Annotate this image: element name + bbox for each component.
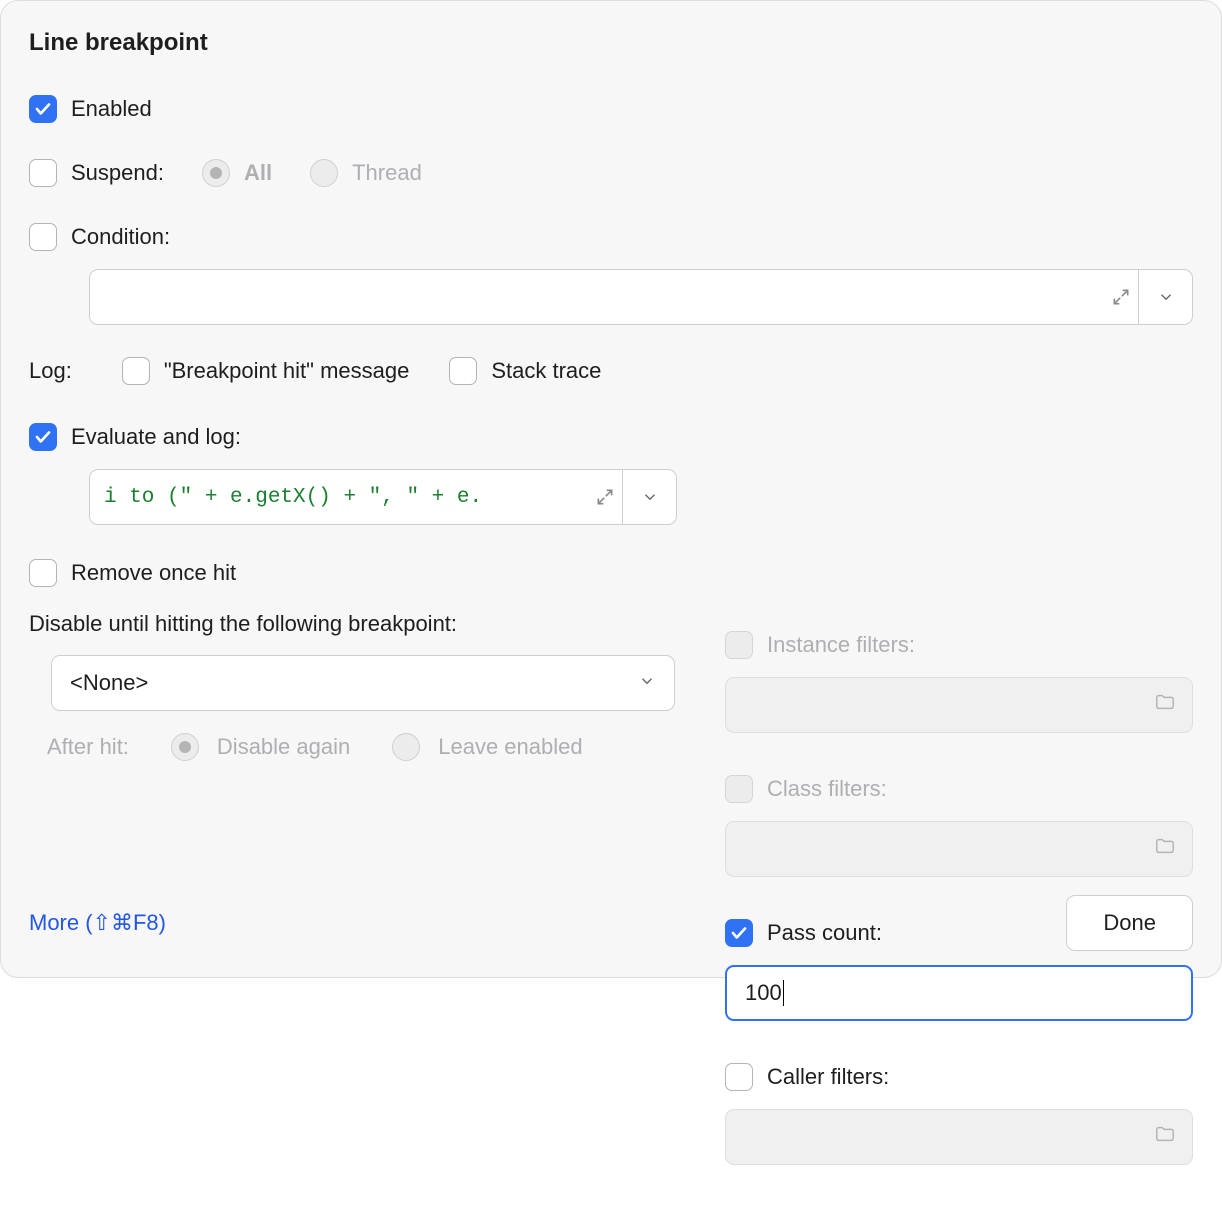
eval-log-input[interactable]: i to (" + e.getX() + ", " + e. [90, 470, 588, 524]
disable-until-label: Disable until hitting the following brea… [29, 611, 677, 637]
chevron-down-icon[interactable] [622, 470, 676, 524]
condition-label: Condition: [71, 224, 170, 250]
instance-filters-input[interactable] [725, 677, 1193, 733]
after-hit-label: After hit: [47, 734, 129, 760]
disable-again-radio[interactable] [171, 733, 199, 761]
enabled-checkbox[interactable] [29, 95, 57, 123]
instance-filters-row: Instance filters: [725, 631, 1193, 659]
chevron-down-icon[interactable] [1138, 270, 1192, 324]
disable-until-value: <None> [70, 670, 148, 696]
disable-until-select[interactable]: <None> [51, 655, 675, 711]
disable-again-label: Disable again [217, 734, 350, 760]
class-filters-row: Class filters: [725, 775, 1193, 803]
caller-filters-checkbox[interactable] [725, 1063, 753, 1091]
enabled-row: Enabled [29, 95, 1193, 123]
folder-icon[interactable] [1154, 691, 1176, 719]
suspend-checkbox[interactable] [29, 159, 57, 187]
breakpoint-panel: Line breakpoint Enabled Suspend: All Thr… [0, 0, 1222, 978]
leave-enabled-label: Leave enabled [438, 734, 582, 760]
pass-count-input[interactable]: 100 [725, 965, 1193, 1021]
condition-input[interactable] [90, 270, 1104, 324]
folder-icon[interactable] [1154, 1123, 1176, 1151]
panel-footer: More (⇧⌘F8) Done [29, 895, 1193, 951]
eval-log-checkbox[interactable] [29, 423, 57, 451]
chevron-down-icon [638, 670, 656, 696]
suspend-all-label: All [244, 160, 272, 186]
eval-log-row: Evaluate and log: [29, 423, 677, 451]
log-row: Log: "Breakpoint hit" message Stack trac… [29, 357, 677, 385]
class-filters-label: Class filters: [767, 776, 887, 802]
pass-count-value: 100 [745, 980, 782, 1006]
remove-once-label: Remove once hit [71, 560, 236, 586]
text-caret [783, 980, 784, 1006]
log-label: Log: [29, 358, 72, 384]
done-label: Done [1103, 910, 1156, 936]
panel-title: Line breakpoint [29, 29, 1193, 57]
log-stack-label: Stack trace [491, 358, 601, 384]
check-icon [34, 100, 52, 118]
condition-input-wrap [89, 269, 1193, 325]
class-filters-input[interactable] [725, 821, 1193, 877]
condition-row: Condition: [29, 223, 1193, 251]
condition-checkbox[interactable] [29, 223, 57, 251]
done-button[interactable]: Done [1066, 895, 1193, 951]
expand-icon[interactable] [588, 470, 622, 524]
remove-once-row: Remove once hit [29, 559, 677, 587]
after-hit-row: After hit: Disable again Leave enabled [47, 733, 677, 761]
enabled-label: Enabled [71, 96, 152, 122]
more-link[interactable]: More (⇧⌘F8) [29, 910, 166, 936]
caller-filters-row: Caller filters: [725, 1063, 1193, 1091]
suspend-label: Suspend: [71, 160, 164, 186]
leave-enabled-radio[interactable] [392, 733, 420, 761]
folder-icon[interactable] [1154, 835, 1176, 863]
class-filters-checkbox[interactable] [725, 775, 753, 803]
check-icon [34, 428, 52, 446]
caller-filters-label: Caller filters: [767, 1064, 889, 1090]
instance-filters-label: Instance filters: [767, 632, 915, 658]
suspend-all-radio[interactable] [202, 159, 230, 187]
suspend-thread-label: Thread [352, 160, 422, 186]
suspend-row: Suspend: All Thread [29, 159, 1193, 187]
caller-filters-input[interactable] [725, 1109, 1193, 1165]
log-bphit-checkbox[interactable] [122, 357, 150, 385]
suspend-thread-radio[interactable] [310, 159, 338, 187]
log-bphit-label: "Breakpoint hit" message [164, 358, 410, 384]
eval-log-label: Evaluate and log: [71, 424, 241, 450]
instance-filters-checkbox[interactable] [725, 631, 753, 659]
log-stack-checkbox[interactable] [449, 357, 477, 385]
expand-icon[interactable] [1104, 270, 1138, 324]
remove-once-checkbox[interactable] [29, 559, 57, 587]
eval-log-input-wrap: i to (" + e.getX() + ", " + e. [89, 469, 677, 525]
